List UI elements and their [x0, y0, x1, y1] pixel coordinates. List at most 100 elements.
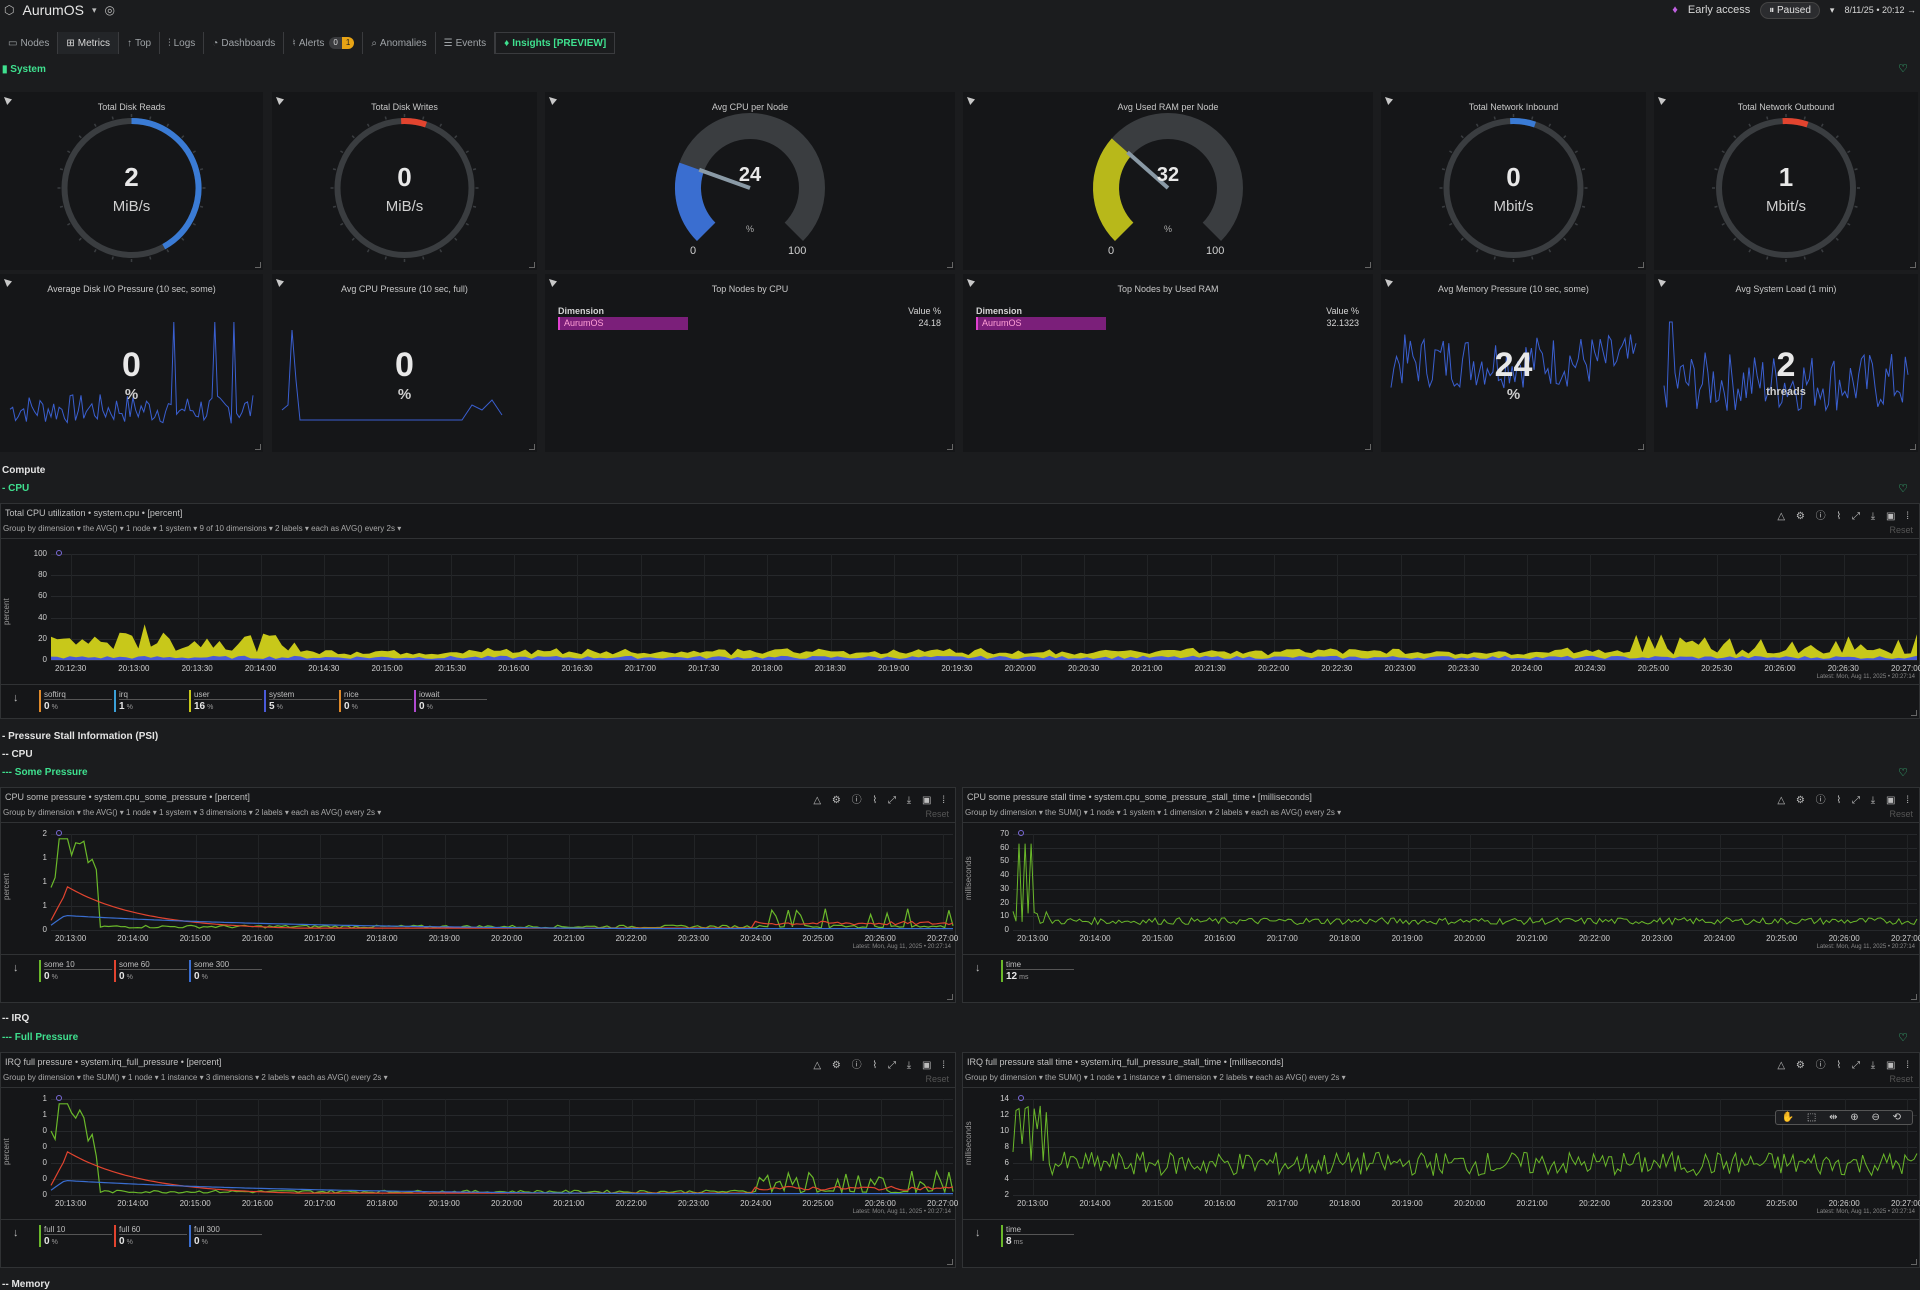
chart-toolbar-icons[interactable]: △ ⚙ ⓘ ⌇ ⤢ ⤓ ▣ ⁞: [1777, 791, 1913, 806]
dimension-bar[interactable]: AurumOS: [976, 317, 1106, 330]
chart-plot[interactable]: [50, 834, 954, 930]
kpi-card[interactable]: Avg Memory Pressure (10 sec, some) 24%: [1381, 274, 1646, 452]
legend-item[interactable]: nice 0%: [339, 690, 412, 712]
gauge-card[interactable]: Avg CPU per Node 24% 0 100: [545, 92, 955, 270]
reset-button[interactable]: Reset: [925, 1074, 949, 1084]
resize-handle[interactable]: [1365, 262, 1371, 268]
chart-toolbar-icons[interactable]: △ ⚙ ⓘ ⌇ ⤢ ⤓ ▣ ⁞: [1777, 507, 1913, 522]
legend-item[interactable]: some 10 0%: [39, 960, 112, 982]
gauge-card[interactable]: Total Network Outbound 1 Mbit/s: [1654, 92, 1918, 270]
gauge-card[interactable]: Avg Used RAM per Node 32% 0 100: [963, 92, 1373, 270]
arrow-down-icon[interactable]: ↓: [975, 1227, 981, 1239]
arrow-down-icon[interactable]: ↓: [13, 692, 19, 704]
arrow-down-icon[interactable]: ↓: [13, 962, 19, 974]
legend-item[interactable]: time 8 ms: [1001, 1225, 1074, 1247]
tab-dashboards[interactable]: ◔ Dashboards: [204, 32, 285, 54]
reset-button[interactable]: Reset: [1889, 525, 1913, 535]
chart-toolbar-icons[interactable]: △ ⚙ ⓘ ⌇ ⤢ ⤓ ▣ ⁞: [813, 791, 949, 806]
heart-icon[interactable]: ♡: [1898, 766, 1908, 779]
settings-icon[interactable]: ◎: [104, 3, 114, 17]
gauge-card[interactable]: Total Disk Writes 0 MiB/s: [272, 92, 537, 270]
heart-icon[interactable]: ♡: [1898, 482, 1908, 495]
kpi-card[interactable]: Average Disk I/O Pressure (10 sec, some)…: [0, 274, 263, 452]
kpi-card[interactable]: Avg System Load (1 min) 2 threads: [1654, 274, 1918, 452]
section-memory[interactable]: -- Memory: [2, 1279, 50, 1290]
section-psi[interactable]: - Pressure Stall Information (PSI): [2, 731, 158, 742]
chart-group-by[interactable]: Group by dimension ▾ the AVG() ▾ 1 node …: [3, 524, 401, 533]
tab-metrics[interactable]: ⊞ Metrics: [58, 32, 119, 54]
pause-button[interactable]: ⏸ Paused: [1760, 1, 1820, 19]
kpi-card[interactable]: Top Nodes by CPU Dimension Value % AurumOS 2…: [545, 274, 955, 452]
gauge-card[interactable]: Total Network Inbound 0 Mbit/s: [1381, 92, 1646, 270]
chart-panel[interactable]: IRQ full pressure stall time • system.ir…: [962, 1052, 1920, 1268]
arrow-down-icon[interactable]: ↓: [13, 1227, 19, 1239]
section-full-pressure[interactable]: --- Full Pressure: [2, 1032, 78, 1043]
kpi-card[interactable]: Avg CPU Pressure (10 sec, full) 0%: [272, 274, 537, 452]
resize-handle[interactable]: [947, 262, 953, 268]
resize-handle[interactable]: [529, 444, 535, 450]
legend-item[interactable]: user 16%: [189, 690, 262, 712]
date-range[interactable]: 8/11/25 • 20:12 →: [1844, 5, 1916, 15]
tab-insights[interactable]: ♦ Insights [PREVIEW]: [495, 32, 616, 54]
early-access-link[interactable]: Early access: [1688, 4, 1750, 16]
chart-plot[interactable]: [51, 554, 1917, 660]
heart-icon[interactable]: ♡: [1898, 62, 1908, 75]
column-header-dimension[interactable]: Dimension: [558, 306, 604, 316]
legend-item[interactable]: full 300 0%: [189, 1225, 262, 1247]
chart-group-by[interactable]: Group by dimension ▾ the SUM() ▾ 1 node …: [3, 1073, 388, 1082]
legend-item[interactable]: iowait 0%: [414, 690, 487, 712]
tab-logs[interactable]: ⫶ Logs: [160, 32, 205, 54]
resize-handle[interactable]: [1910, 262, 1916, 268]
chart-plot[interactable]: [50, 1099, 954, 1195]
legend-item[interactable]: system 5%: [264, 690, 337, 712]
section-irq[interactable]: -- IRQ: [2, 1013, 29, 1024]
tab-events[interactable]: ☰ Events: [436, 32, 496, 54]
chart-toolbar-icons[interactable]: △ ⚙ ⓘ ⌇ ⤢ ⤓ ▣ ⁞: [813, 1056, 949, 1071]
resize-handle[interactable]: [255, 444, 261, 450]
legend-item[interactable]: full 10 0%: [39, 1225, 112, 1247]
legend-item[interactable]: irq 1%: [114, 690, 187, 712]
chevron-down-icon[interactable]: ▾: [1830, 5, 1835, 16]
reset-button[interactable]: Reset: [925, 809, 949, 819]
column-header-value[interactable]: Value %: [908, 306, 941, 316]
section-cpu[interactable]: - CPU: [2, 483, 29, 494]
tab-anomalies[interactable]: ⌕ Anomalies: [363, 32, 436, 54]
chart-group-by[interactable]: Group by dimension ▾ the SUM() ▾ 1 node …: [965, 1073, 1346, 1082]
dimension-bar[interactable]: AurumOS: [558, 317, 688, 330]
reset-button[interactable]: Reset: [1889, 1074, 1913, 1084]
arrow-down-icon[interactable]: ↓: [975, 962, 981, 974]
chart-panel[interactable]: IRQ full pressure • system.irq_full_pres…: [0, 1052, 958, 1268]
resize-handle[interactable]: [1910, 444, 1916, 450]
resize-handle[interactable]: [1638, 444, 1644, 450]
reset-button[interactable]: Reset: [1889, 809, 1913, 819]
resize-handle[interactable]: [1911, 994, 1917, 1000]
kpi-card[interactable]: Top Nodes by Used RAM Dimension Value % Aur…: [963, 274, 1373, 452]
section-compute[interactable]: Compute: [2, 465, 45, 476]
gauge-card[interactable]: Total Disk Reads 2 MiB/s: [0, 92, 263, 270]
legend-item[interactable]: full 60 0%: [114, 1225, 187, 1247]
resize-handle[interactable]: [1638, 262, 1644, 268]
column-header-dimension[interactable]: Dimension: [976, 306, 1022, 316]
chart-zoom-toolbox[interactable]: ✋ ⬚ ⇹ ⊕ ⊖ ⟲: [1774, 1110, 1913, 1125]
chart-panel[interactable]: CPU some pressure stall time • system.cp…: [962, 787, 1920, 1003]
node-icon[interactable]: ⬡: [4, 3, 14, 17]
chevron-down-icon[interactable]: ▾: [92, 5, 97, 16]
heart-icon[interactable]: ♡: [1898, 1031, 1908, 1044]
legend-item[interactable]: some 300 0%: [189, 960, 262, 982]
section-some-pressure[interactable]: --- Some Pressure: [2, 767, 88, 778]
resize-handle[interactable]: [947, 994, 953, 1000]
column-header-value[interactable]: Value %: [1326, 306, 1359, 316]
chart-panel[interactable]: CPU some pressure • system.cpu_some_pres…: [0, 787, 958, 1003]
resize-handle[interactable]: [947, 1259, 953, 1265]
resize-handle[interactable]: [529, 262, 535, 268]
tab-nodes[interactable]: ▭ Nodes: [0, 32, 59, 54]
resize-handle[interactable]: [1365, 444, 1371, 450]
tab-alerts[interactable]: ♮ Alerts 01: [284, 32, 364, 54]
tab-top[interactable]: ↑ Top: [119, 32, 161, 54]
section-psi-cpu[interactable]: -- CPU: [2, 749, 33, 760]
chart-group-by[interactable]: Group by dimension ▾ the AVG() ▾ 1 node …: [3, 808, 381, 817]
legend-item[interactable]: time 12 ms: [1001, 960, 1074, 982]
app-name[interactable]: AurumOS: [22, 2, 83, 18]
section-system[interactable]: ▮ System: [2, 64, 46, 75]
chart-toolbar-icons[interactable]: △ ⚙ ⓘ ⌇ ⤢ ⤓ ▣ ⁞: [1777, 1056, 1913, 1071]
